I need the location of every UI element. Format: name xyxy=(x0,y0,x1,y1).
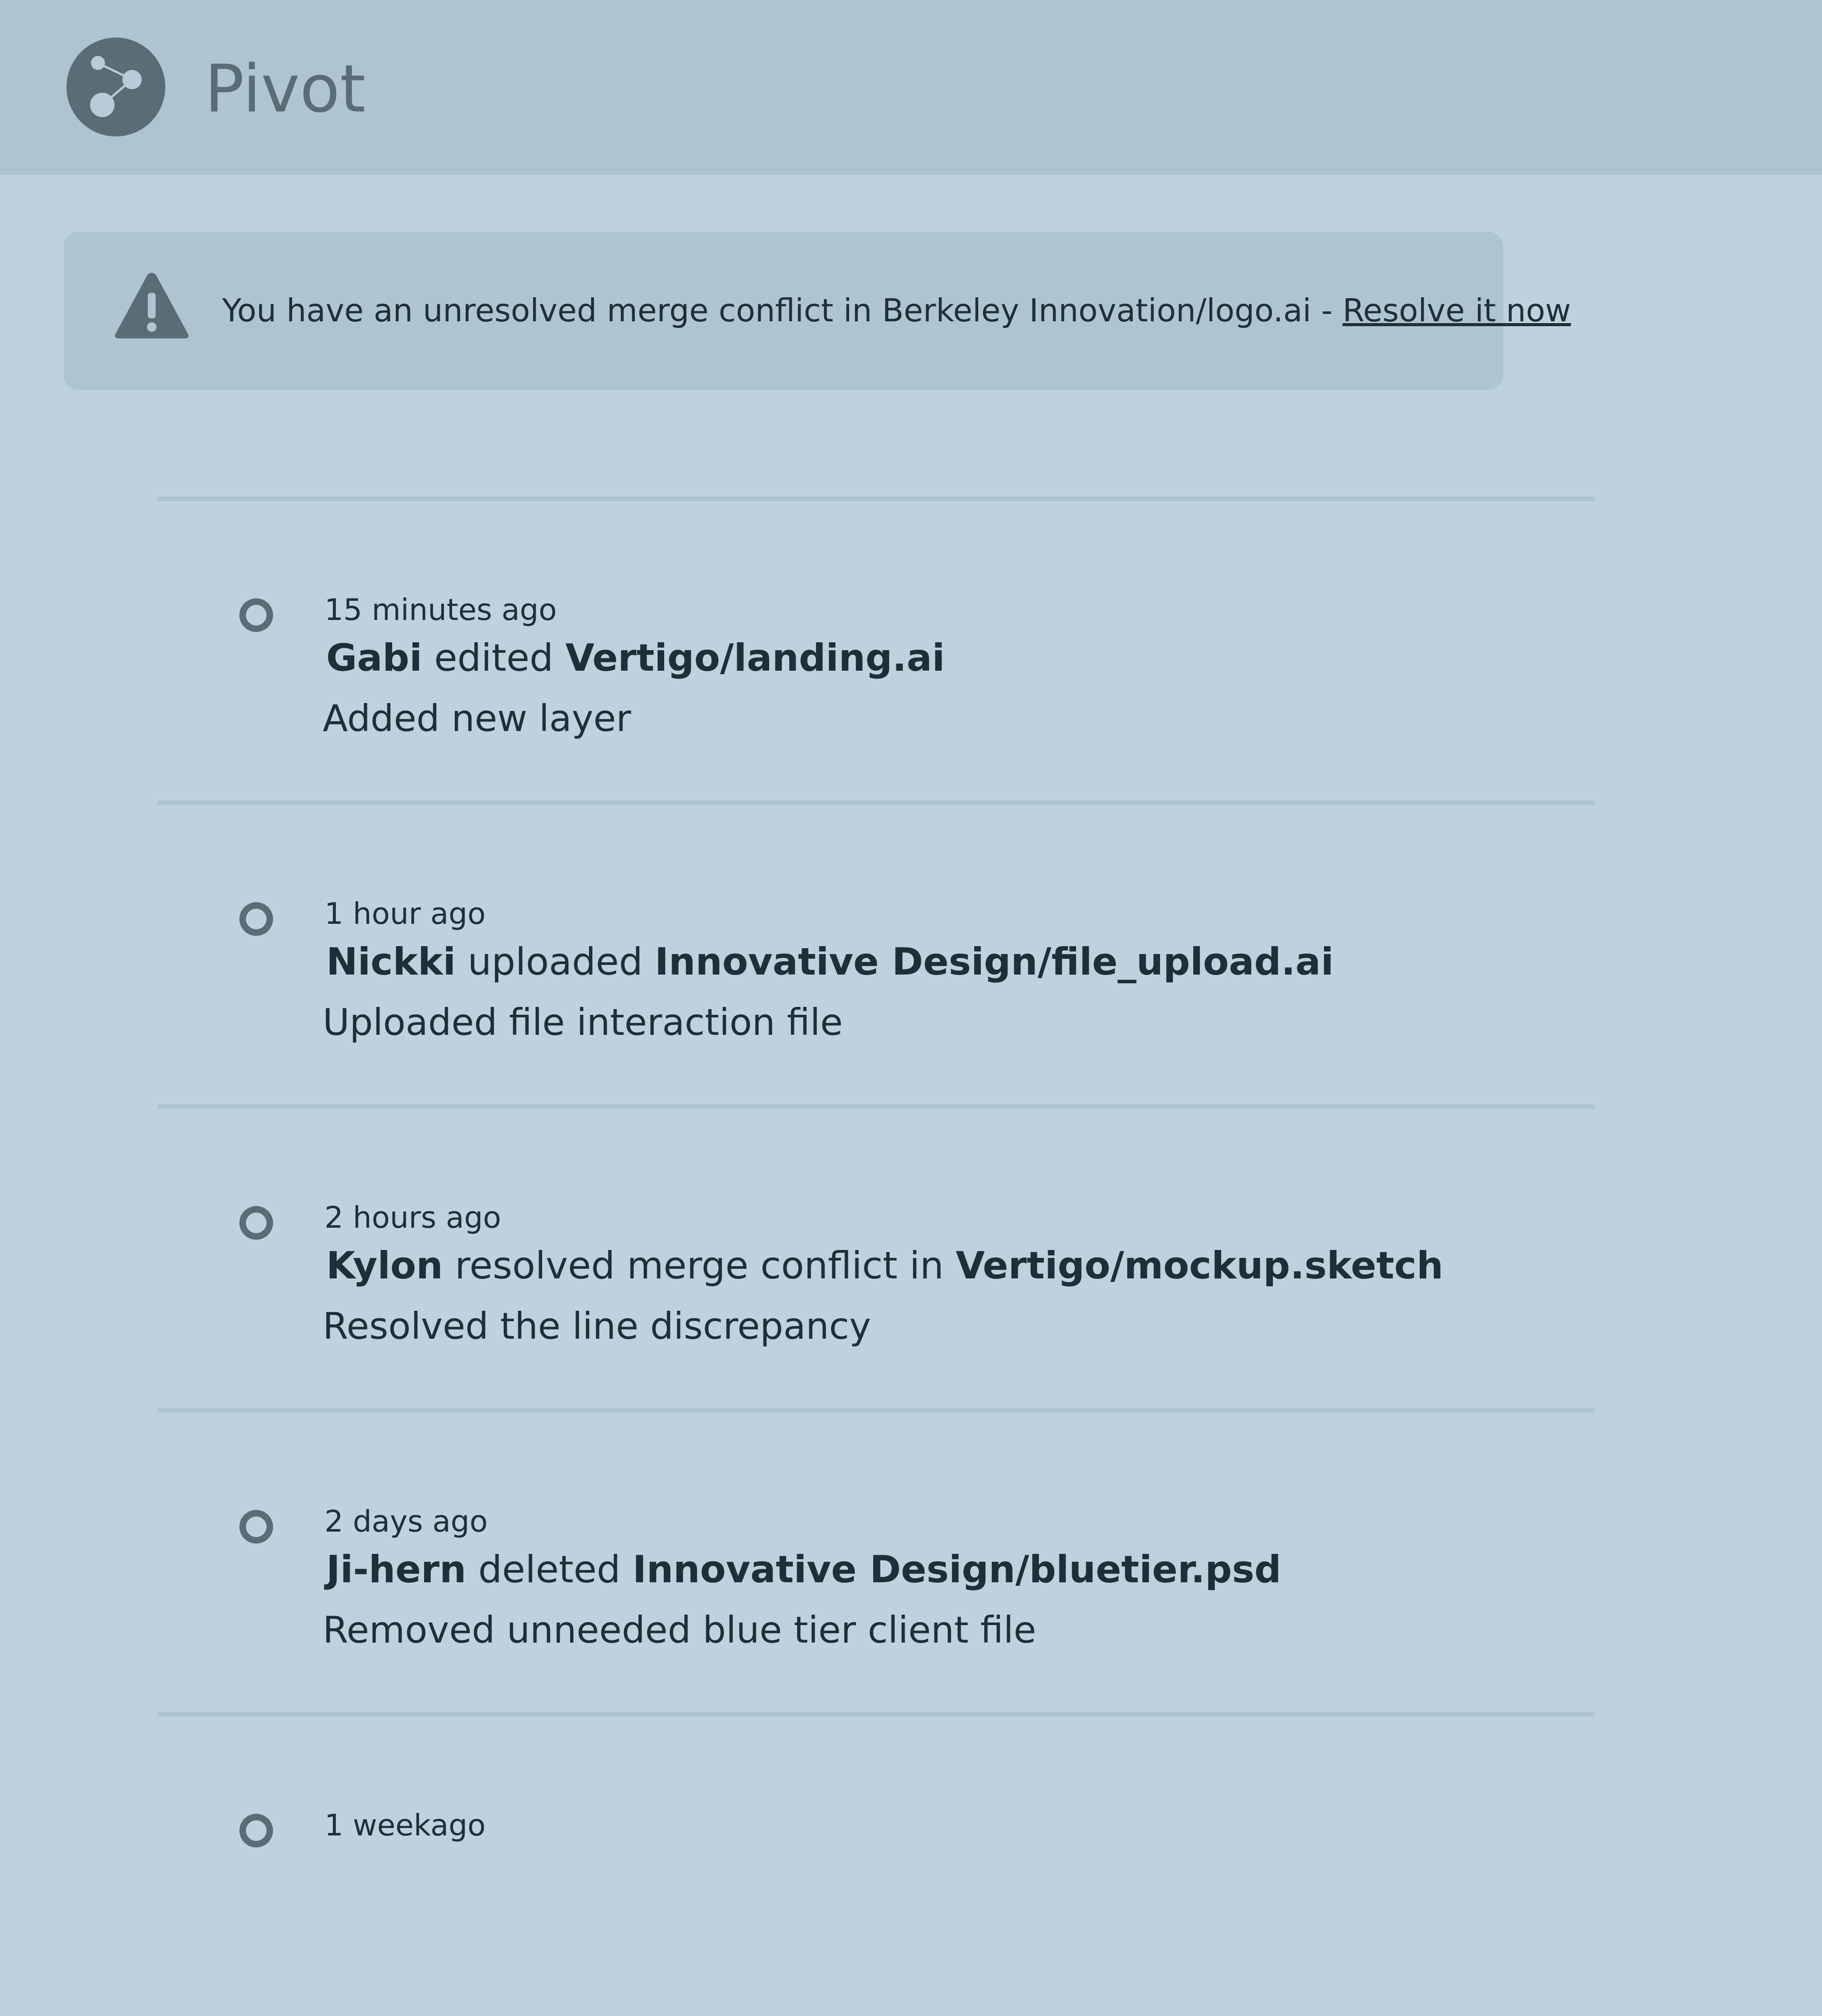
activity-item[interactable]: 15 minutes ago Gabi edited Vertigo/landi… xyxy=(157,501,1595,801)
activity-item[interactable]: 2 hours ago Kylon resolved merge conflic… xyxy=(157,1109,1595,1408)
activity-time: 15 minutes ago xyxy=(324,593,557,627)
activity-message: Uploaded file interaction file xyxy=(323,1001,843,1044)
activity-user: Ji-hern xyxy=(326,1548,467,1591)
activity-action: Gabi edited Vertigo/landing.ai xyxy=(326,630,945,686)
activity-user: Kylon xyxy=(326,1244,443,1288)
activity-message: Removed unneeded blue tier client file xyxy=(323,1609,1036,1651)
app-header: Pivot xyxy=(0,0,1822,175)
activity-target[interactable]: Vertigo/landing.ai xyxy=(565,636,945,680)
share-nodes-icon[interactable] xyxy=(66,38,165,136)
activity-time: 1 weekago xyxy=(324,1808,486,1843)
alert-message: You have an unresolved merge conflict in… xyxy=(222,284,1571,337)
activity-user: Nickki xyxy=(326,940,456,984)
warning-icon xyxy=(115,273,188,338)
activity-time: 1 hour ago xyxy=(324,897,486,931)
activity-time: 2 hours ago xyxy=(324,1201,502,1235)
timeline-dot-icon xyxy=(239,1206,273,1240)
resolve-now-link[interactable]: Resolve it now xyxy=(1343,292,1571,329)
activity-verb: uploaded xyxy=(467,940,643,984)
activity-target[interactable]: Innovative Design/bluetier.psd xyxy=(633,1548,1282,1591)
activity-verb: deleted xyxy=(478,1548,621,1591)
activity-message: Resolved the line discrepancy xyxy=(323,1305,871,1347)
activity-action: Kylon resolved merge conflict in Vertigo… xyxy=(326,1237,1443,1294)
activity-feed: 15 minutes ago Gabi edited Vertigo/landi… xyxy=(157,497,1595,2016)
timeline-dot-icon xyxy=(239,1510,273,1544)
activity-verb: resolved merge conflict in xyxy=(455,1244,944,1288)
app-title: Pivot xyxy=(205,51,366,127)
activity-user: Gabi xyxy=(326,636,422,680)
alert-text: You have an unresolved merge conflict in… xyxy=(222,292,1311,329)
activity-target[interactable]: Innovative Design/file_upload.ai xyxy=(655,940,1334,984)
merge-conflict-alert: You have an unresolved merge conflict in… xyxy=(64,232,1571,390)
activity-verb: edited xyxy=(434,636,554,680)
alert-separator: - xyxy=(1311,292,1343,329)
divider xyxy=(157,497,1595,501)
activity-time: 2 days ago xyxy=(324,1504,488,1539)
activity-item[interactable]: 1 hour ago Nickki uploaded Innovative De… xyxy=(157,805,1595,1104)
activity-action: Nickki uploaded Innovative Design/file_u… xyxy=(326,933,1334,990)
activity-message: Added new layer xyxy=(323,697,631,740)
activity-item[interactable]: 2 days ago Ji-hern deleted Innovative De… xyxy=(157,1413,1595,1712)
timeline-dot-icon xyxy=(239,598,273,632)
timeline-dot-icon xyxy=(239,1814,273,1848)
activity-item[interactable]: 1 weekago xyxy=(157,1717,1595,2016)
divider xyxy=(157,1712,1595,1717)
divider xyxy=(157,1408,1595,1413)
activity-target[interactable]: Vertigo/mockup.sketch xyxy=(956,1244,1443,1288)
activity-action: Ji-hern deleted Innovative Design/blueti… xyxy=(326,1541,1281,1598)
divider xyxy=(157,801,1595,805)
divider xyxy=(157,1104,1595,1109)
timeline-dot-icon xyxy=(239,902,273,936)
